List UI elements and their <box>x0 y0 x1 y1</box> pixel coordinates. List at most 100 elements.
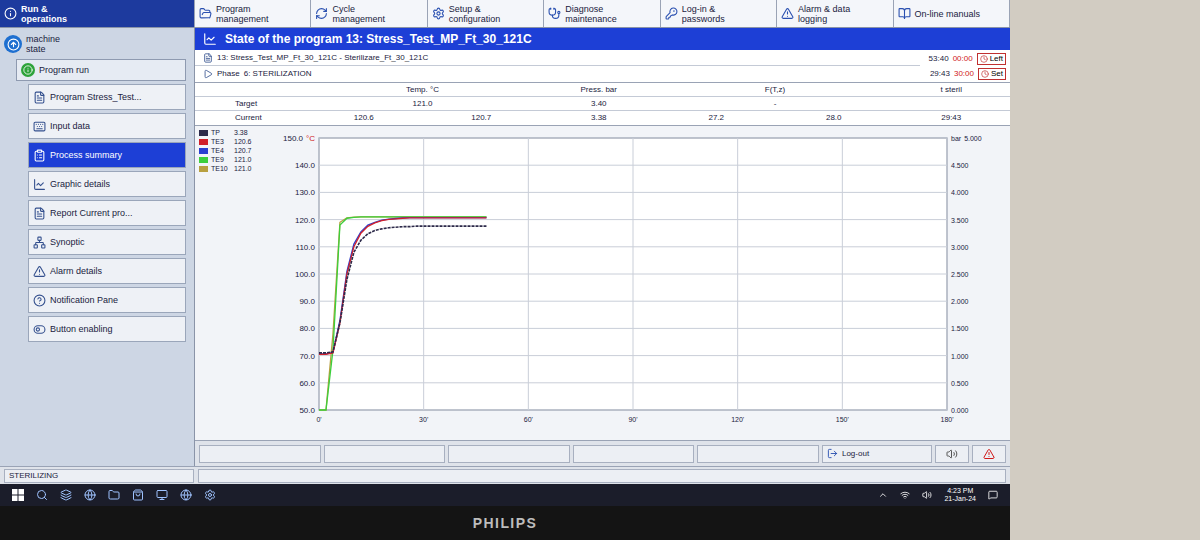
menu-icon <box>665 7 678 20</box>
top-menu-item[interactable]: Diagnose maintenance <box>544 0 660 27</box>
sidebar-item[interactable]: Input data <box>28 113 186 139</box>
sidebar-item[interactable]: Button enabling <box>28 316 186 342</box>
x-tick: 30' <box>419 416 428 423</box>
sidebar-root[interactable]: machine state <box>4 32 186 56</box>
legend-swatch <box>199 130 208 136</box>
y-tick-left: 50.0 <box>299 406 315 415</box>
grid-line <box>842 138 843 410</box>
tray-expand-icon[interactable] <box>878 490 888 500</box>
y-tick-right: 1.500 <box>951 325 969 332</box>
program-row: 13: Stress_Test_MP_Ft_30_121C - Steriliz… <box>195 50 920 66</box>
top-menu-item[interactable]: Setup & configuration <box>428 0 544 27</box>
x-tick: 120' <box>731 416 744 423</box>
menu-icon <box>548 7 561 20</box>
y-tick-left: 90.0 <box>299 297 315 306</box>
taskbar-app-icon[interactable] <box>180 489 192 501</box>
sound-button[interactable] <box>935 445 969 463</box>
sidebar-item[interactable]: Program Stress_Test... <box>28 84 186 110</box>
plot-area <box>319 138 947 410</box>
bottom-toolbar: Log-out <box>195 440 1010 466</box>
phase-icon <box>203 69 213 79</box>
table-cell: - <box>658 98 893 110</box>
taskbar: 4:23 PM21-Jan-24 <box>0 484 1010 506</box>
menu-icon <box>199 7 212 20</box>
top-menu-item[interactable]: On-line manuals <box>894 0 1010 27</box>
grid-line <box>423 138 424 410</box>
timer-preset: 30:00 <box>954 69 974 79</box>
item-icon <box>33 149 46 162</box>
trend-chart: 150.0°C140.0130.0120.0110.0100.090.080.0… <box>261 126 1001 432</box>
y-tick-left: 120.0 <box>295 216 316 225</box>
sidebar-item[interactable]: Process summary <box>28 142 186 168</box>
table-row: Current120.6120.73.3827.228.029:43 <box>195 111 1010 125</box>
grid-line <box>947 138 948 410</box>
legend-swatch <box>199 166 208 172</box>
top-menu-item[interactable]: Cycle management <box>311 0 427 27</box>
screen: Run & operationsProgram managementCycle … <box>0 0 1010 506</box>
windows-logo-icon[interactable] <box>12 489 24 501</box>
legend-item: TE10121.0 <box>199 164 261 173</box>
top-menu-item[interactable]: Alarm & data logging <box>777 0 893 27</box>
notifications-icon[interactable] <box>988 490 998 500</box>
taskbar-app-icon[interactable] <box>108 489 120 501</box>
chart-panel: TP3.38TE3120.6TE4120.7TE9121.0TE10121.01… <box>195 126 1010 440</box>
volume-icon[interactable] <box>922 490 932 500</box>
network-icon[interactable] <box>900 490 910 500</box>
timer-row: 53:4000:00Left <box>929 53 1006 65</box>
timer-preset: 00:00 <box>953 54 973 64</box>
legend-item: TE9121.0 <box>199 155 261 164</box>
x-tick: 0' <box>316 416 321 423</box>
grid-line <box>528 138 529 410</box>
empty-button[interactable] <box>199 445 321 463</box>
empty-button[interactable] <box>573 445 695 463</box>
machine-state-icon <box>4 35 22 53</box>
grid-line <box>737 138 738 410</box>
menu-icon <box>315 7 328 20</box>
sidebar-item[interactable]: Graphic details <box>28 171 186 197</box>
y-tick-right: 2.500 <box>951 271 969 278</box>
empty-button[interactable] <box>324 445 446 463</box>
taskbar-app-icon[interactable] <box>132 489 144 501</box>
taskbar-app-icon[interactable] <box>156 489 168 501</box>
timer-elapsed: 29:43 <box>930 69 950 79</box>
table-cell: 29:43 <box>893 112 1011 124</box>
title-bar: State of the program 13: Stress_Test_MP_… <box>195 28 1010 50</box>
clock[interactable]: 4:23 PM21-Jan-24 <box>944 487 976 503</box>
alarm-button[interactable] <box>972 445 1006 463</box>
menu-icon <box>781 7 794 20</box>
legend-item: TE3120.6 <box>199 137 261 146</box>
sidebar-item[interactable]: Notification Pane <box>28 287 186 313</box>
sidebar-item[interactable]: Alarm details <box>28 258 186 284</box>
column-header: Press. bar <box>540 84 658 96</box>
top-menu-item[interactable]: Log-in & passwords <box>661 0 777 27</box>
taskbar-app-icon[interactable] <box>84 489 96 501</box>
timer-button[interactable]: Left <box>977 53 1006 65</box>
table-cell: 27.2 <box>658 112 776 124</box>
y-tick-right: 0.500 <box>951 380 969 387</box>
table-cell: 3.38 <box>540 112 658 124</box>
timer-button[interactable]: Set <box>978 68 1006 80</box>
taskbar-app-icon[interactable] <box>204 489 216 501</box>
table-header: Temp. °CPress. barF(T,z)t steril <box>195 83 1010 97</box>
top-menu-item[interactable]: Program management <box>195 0 311 27</box>
timers: 53:4000:00Left29:4330:00Set <box>920 50 1010 82</box>
y-tick-left: 80.0 <box>299 324 315 333</box>
column-header: F(T,z) <box>658 84 893 96</box>
column-header: Temp. °C <box>305 84 540 96</box>
sidebar-item[interactable]: Synoptic <box>28 229 186 255</box>
menu-icon <box>432 7 445 20</box>
taskbar-app-icon[interactable] <box>60 489 72 501</box>
empty-button[interactable] <box>697 445 819 463</box>
sidebar-group[interactable]: Program run <box>16 59 186 81</box>
y-tick-right: 4.000 <box>951 189 969 196</box>
y-tick-left: 140.0 <box>295 161 316 170</box>
status-row: STERILIZING <box>0 466 1010 484</box>
top-menu-item[interactable]: Run & operations <box>0 0 195 27</box>
logout-button[interactable]: Log-out <box>822 445 932 463</box>
item-icon <box>33 207 46 220</box>
y-tick-left: 150.0°C <box>283 134 315 143</box>
taskbar-app-icon[interactable] <box>36 489 48 501</box>
empty-button[interactable] <box>448 445 570 463</box>
column-header: t steril <box>893 84 1011 96</box>
sidebar-item[interactable]: Report Current pro... <box>28 200 186 226</box>
